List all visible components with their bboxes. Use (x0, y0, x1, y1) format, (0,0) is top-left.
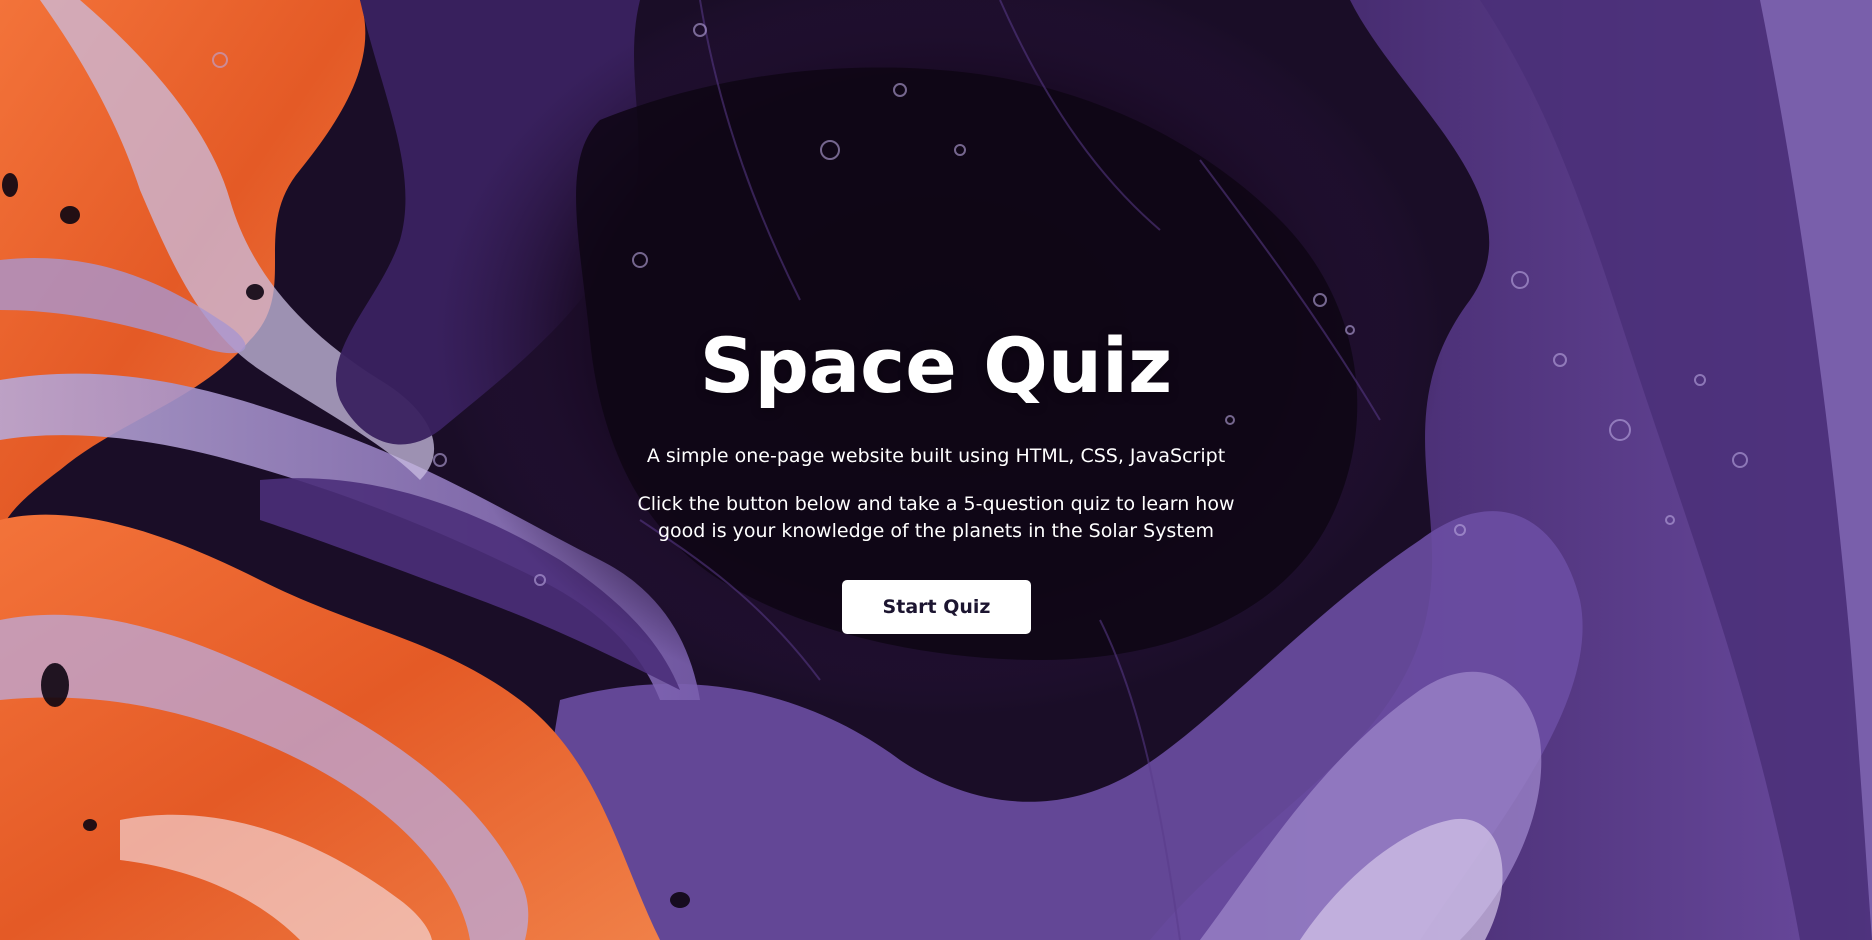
page-title: Space Quiz (699, 321, 1173, 410)
start-quiz-button[interactable]: Start Quiz (842, 580, 1031, 634)
hero-section: Space Quiz A simple one-page website bui… (0, 0, 1872, 940)
landing-page: Space Quiz A simple one-page website bui… (0, 0, 1872, 940)
hero-description: Click the button below and take a 5-ques… (637, 493, 1235, 542)
hero-subtitle: A simple one-page website built using HT… (646, 445, 1226, 467)
